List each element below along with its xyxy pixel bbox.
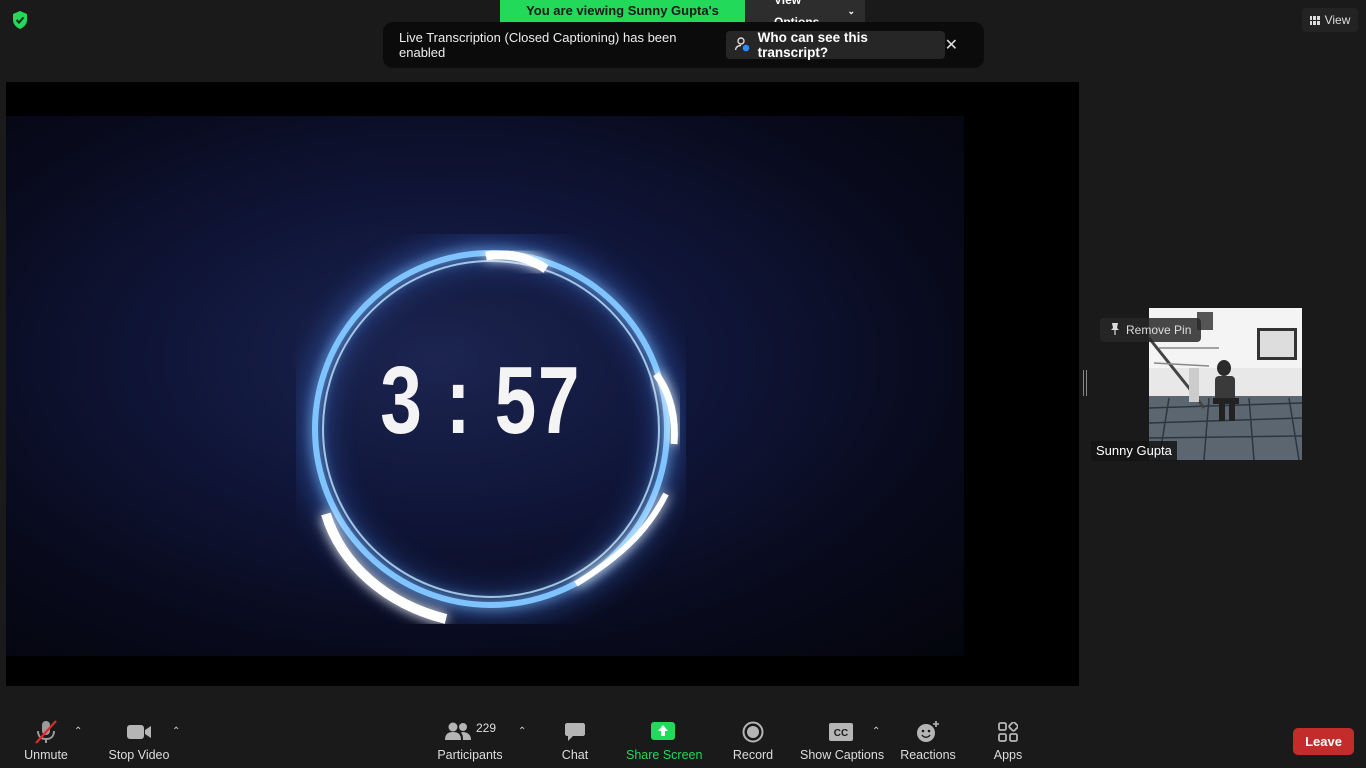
transcription-notification: Live Transcription (Closed Captioning) h…: [383, 22, 984, 68]
record-icon: [730, 720, 776, 744]
apps-label: Apps: [993, 748, 1023, 762]
transcription-message: Live Transcription (Closed Captioning) h…: [399, 30, 677, 60]
emoji-plus-icon: [900, 720, 956, 744]
panel-resize-handle[interactable]: [1083, 370, 1087, 396]
participant-count: 229: [475, 721, 497, 735]
countdown-timer: 3 : 57: [380, 347, 582, 454]
leave-button[interactable]: Leave: [1293, 728, 1354, 755]
chat-label: Chat: [561, 748, 589, 762]
participants-button[interactable]: 229 Participants: [436, 720, 504, 762]
captions-caret-up-icon[interactable]: ⌃: [872, 726, 880, 737]
participants-label: Participants: [437, 748, 503, 762]
share-up-arrow-icon: [626, 720, 700, 744]
record-button[interactable]: Record: [730, 720, 776, 762]
view-label: View: [1324, 13, 1351, 27]
shared-screen-view: 3 : 57: [6, 82, 1079, 686]
close-icon[interactable]: ✕: [945, 35, 958, 55]
who-can-see-transcript-button[interactable]: Who can see this transcript?: [725, 30, 945, 60]
viewing-screen-label: You are viewing Sunny Gupta's screen: [500, 0, 745, 40]
meeting-toolbar: Unmute ⌃ Stop Video ⌃ 229 Participants ⌃…: [0, 710, 1366, 768]
stop-video-button[interactable]: Stop Video: [104, 720, 174, 762]
chevron-down-icon: ⌄: [847, 6, 855, 16]
share-screen-button[interactable]: Share Screen: [626, 720, 703, 762]
zoom-meeting-window: You are viewing Sunny Gupta's screen Vie…: [0, 0, 1366, 768]
grid-icon: [1309, 15, 1320, 25]
apps-icon: [988, 720, 1028, 744]
remove-pin-label: Remove Pin: [1126, 323, 1192, 337]
participant-name-label: Sunny Gupta: [1091, 441, 1177, 461]
chat-bubble-icon: [552, 720, 598, 744]
participants-caret-up-icon[interactable]: ⌃: [518, 726, 526, 737]
participants-icon: [444, 721, 472, 744]
share-screen-label: Share Screen: [626, 748, 703, 762]
view-layout-button[interactable]: View: [1302, 8, 1358, 32]
chat-button[interactable]: Chat: [552, 720, 598, 762]
pin-icon: [1110, 322, 1120, 338]
person-info-icon: [734, 36, 750, 55]
remove-pin-button[interactable]: Remove Pin: [1100, 318, 1202, 342]
svg-text:CC: CC: [834, 728, 848, 739]
camera-icon: [104, 720, 174, 744]
show-captions-button[interactable]: CC Show Captions: [800, 720, 885, 762]
unmute-button[interactable]: Unmute: [18, 720, 74, 762]
unmute-label: Unmute: [24, 748, 68, 762]
shield-check-icon[interactable]: [10, 10, 30, 30]
participants-icon-row: 229: [436, 720, 504, 744]
cc-icon: CC: [800, 720, 882, 744]
reactions-button[interactable]: Reactions: [900, 720, 956, 762]
video-options-caret-up-icon[interactable]: ⌃: [172, 726, 180, 737]
apps-button[interactable]: Apps: [988, 720, 1028, 762]
viewing-banner: You are viewing Sunny Gupta's screen Vie…: [500, 0, 865, 40]
view-options-button[interactable]: View Options ⌄: [745, 0, 865, 29]
show-captions-label: Show Captions: [800, 748, 885, 762]
mic-muted-icon: [18, 720, 74, 744]
stop-video-label: Stop Video: [108, 748, 170, 762]
reactions-label: Reactions: [900, 748, 956, 762]
who-can-see-label: Who can see this transcript?: [757, 30, 868, 60]
audio-options-caret-up-icon[interactable]: ⌃: [74, 726, 82, 737]
record-label: Record: [732, 748, 774, 762]
shared-video-content: 3 : 57: [6, 116, 964, 656]
